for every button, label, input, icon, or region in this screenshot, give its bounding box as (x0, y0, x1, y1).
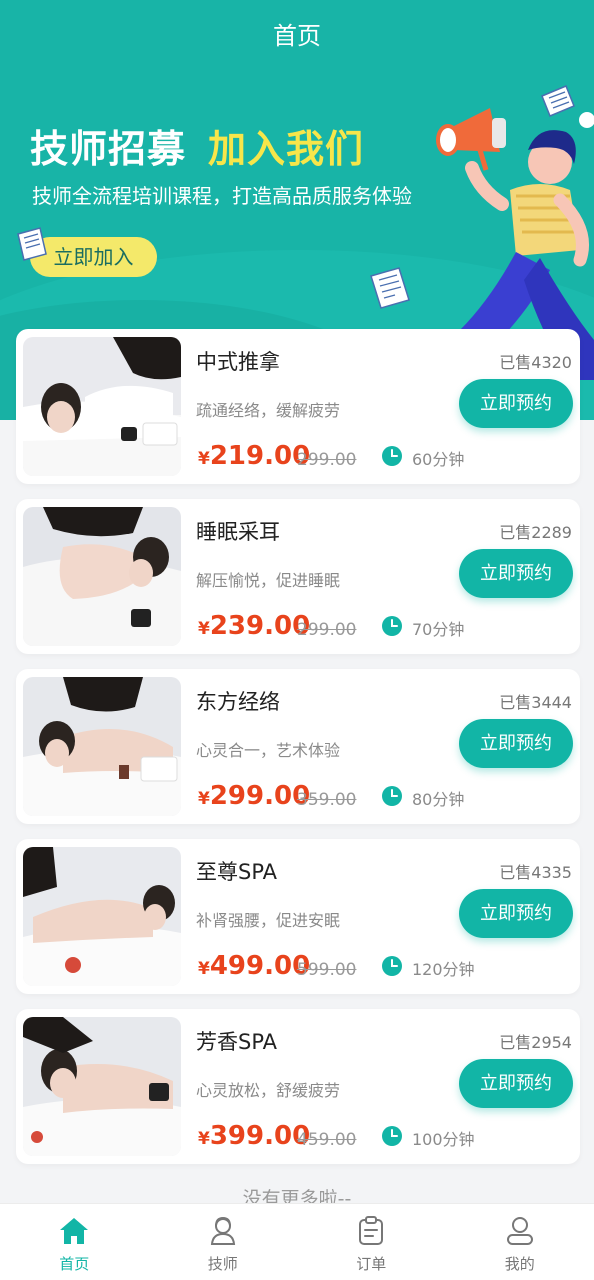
original-price: 359.00 (297, 790, 357, 810)
banner-title: 技师招募 加入我们 (30, 118, 364, 173)
home-icon (60, 1218, 89, 1244)
service-image (23, 337, 181, 476)
tab-label: 订单 (356, 1255, 387, 1273)
currency-symbol: ¥ (198, 619, 210, 639)
tab-label: 首页 (59, 1255, 90, 1273)
service-name: 芳香SPA (196, 1030, 278, 1054)
service-description: 疏通经络，缓解疲劳 (196, 401, 341, 420)
book-now-button[interactable]: 立即预约 (459, 549, 573, 598)
tab-label: 技师 (207, 1255, 238, 1273)
service-name: 中式推拿 (196, 350, 280, 374)
service-duration: 120分钟 (412, 960, 475, 979)
tab-profile[interactable]: 我的 (446, 1204, 594, 1280)
paper-icon (370, 267, 410, 309)
service-card[interactable]: 芳香SPA 已售2954 心灵放松，舒缓疲劳 ¥399.00 459.00 10… (16, 1009, 580, 1164)
price-value: 499.00 (209, 951, 311, 981)
currency-symbol: ¥ (198, 1129, 210, 1149)
currency-symbol: ¥ (198, 789, 210, 809)
price-value: 299.00 (209, 781, 311, 811)
currency-symbol: ¥ (198, 449, 210, 469)
bottom-tab-bar: 首页 技师 订单 我的 (0, 1203, 594, 1280)
tab-technician[interactable]: 技师 (149, 1204, 298, 1280)
profile-icon (506, 1217, 533, 1245)
clock-icon (382, 786, 402, 806)
clock-icon (382, 956, 402, 976)
sold-count: 已售2289 (499, 523, 572, 542)
service-name: 睡眠采耳 (196, 520, 280, 544)
book-now-button[interactable]: 立即预约 (459, 379, 573, 428)
paper-icon (17, 227, 47, 261)
clock-icon (382, 616, 402, 636)
service-image (23, 677, 181, 816)
service-image (23, 507, 181, 646)
service-card[interactable]: 至尊SPA 已售4335 补肾强腰，促进安眠 ¥499.00 599.00 12… (16, 839, 580, 994)
service-card[interactable]: 中式推拿 已售4320 疏通经络，缓解疲劳 ¥219.00 299.00 60分… (16, 329, 580, 484)
original-price: 459.00 (297, 1130, 357, 1150)
service-price: ¥299.00 (198, 781, 310, 811)
sold-count: 已售3444 (499, 693, 572, 712)
tab-home[interactable]: 首页 (0, 1204, 149, 1280)
service-name: 至尊SPA (196, 860, 278, 884)
tab-orders[interactable]: 订单 (297, 1204, 446, 1280)
technician-icon (210, 1216, 235, 1245)
banner-subtitle: 技师全流程培训课程，打造高品质服务体验 (32, 184, 412, 208)
order-icon (359, 1216, 384, 1245)
banner-title-white: 技师招募 (30, 127, 187, 171)
tab-label: 我的 (504, 1255, 535, 1273)
service-duration: 100分钟 (412, 1130, 475, 1149)
sold-count: 已售4335 (499, 863, 572, 882)
service-duration: 70分钟 (412, 620, 465, 639)
clock-icon (382, 1126, 402, 1146)
service-duration: 60分钟 (412, 450, 465, 469)
sold-count: 已售2954 (499, 1033, 572, 1052)
clock-icon (382, 446, 402, 466)
service-description: 心灵合一，艺术体验 (196, 741, 341, 760)
service-price: ¥399.00 (198, 1121, 310, 1151)
original-price: 599.00 (297, 960, 357, 980)
book-now-button[interactable]: 立即预约 (459, 719, 573, 768)
service-card[interactable]: 睡眠采耳 已售2289 解压愉悦，促进睡眠 ¥239.00 299.00 70分… (16, 499, 580, 654)
service-image (23, 847, 181, 986)
page-title: 首页 (273, 22, 321, 50)
service-description: 心灵放松，舒缓疲劳 (196, 1081, 341, 1100)
price-value: 239.00 (209, 611, 311, 641)
original-price: 299.00 (297, 620, 357, 640)
currency-symbol: ¥ (198, 959, 210, 979)
service-image (23, 1017, 181, 1156)
service-price: ¥499.00 (198, 951, 310, 981)
price-value: 399.00 (209, 1121, 311, 1151)
service-card[interactable]: 东方经络 已售3444 心灵合一，艺术体验 ¥299.00 359.00 80分… (16, 669, 580, 824)
price-value: 219.00 (209, 441, 311, 471)
service-duration: 80分钟 (412, 790, 465, 809)
book-now-button[interactable]: 立即预约 (459, 889, 573, 938)
original-price: 299.00 (297, 450, 357, 470)
service-price: ¥239.00 (198, 611, 310, 641)
sold-count: 已售4320 (499, 353, 572, 372)
service-description: 解压愉悦，促进睡眠 (196, 571, 341, 590)
service-name: 东方经络 (196, 690, 280, 714)
service-price: ¥219.00 (198, 441, 310, 471)
banner-title-yellow: 加入我们 (208, 127, 365, 171)
service-description: 补肾强腰，促进安眠 (196, 911, 341, 930)
book-now-button[interactable]: 立即预约 (459, 1059, 573, 1108)
